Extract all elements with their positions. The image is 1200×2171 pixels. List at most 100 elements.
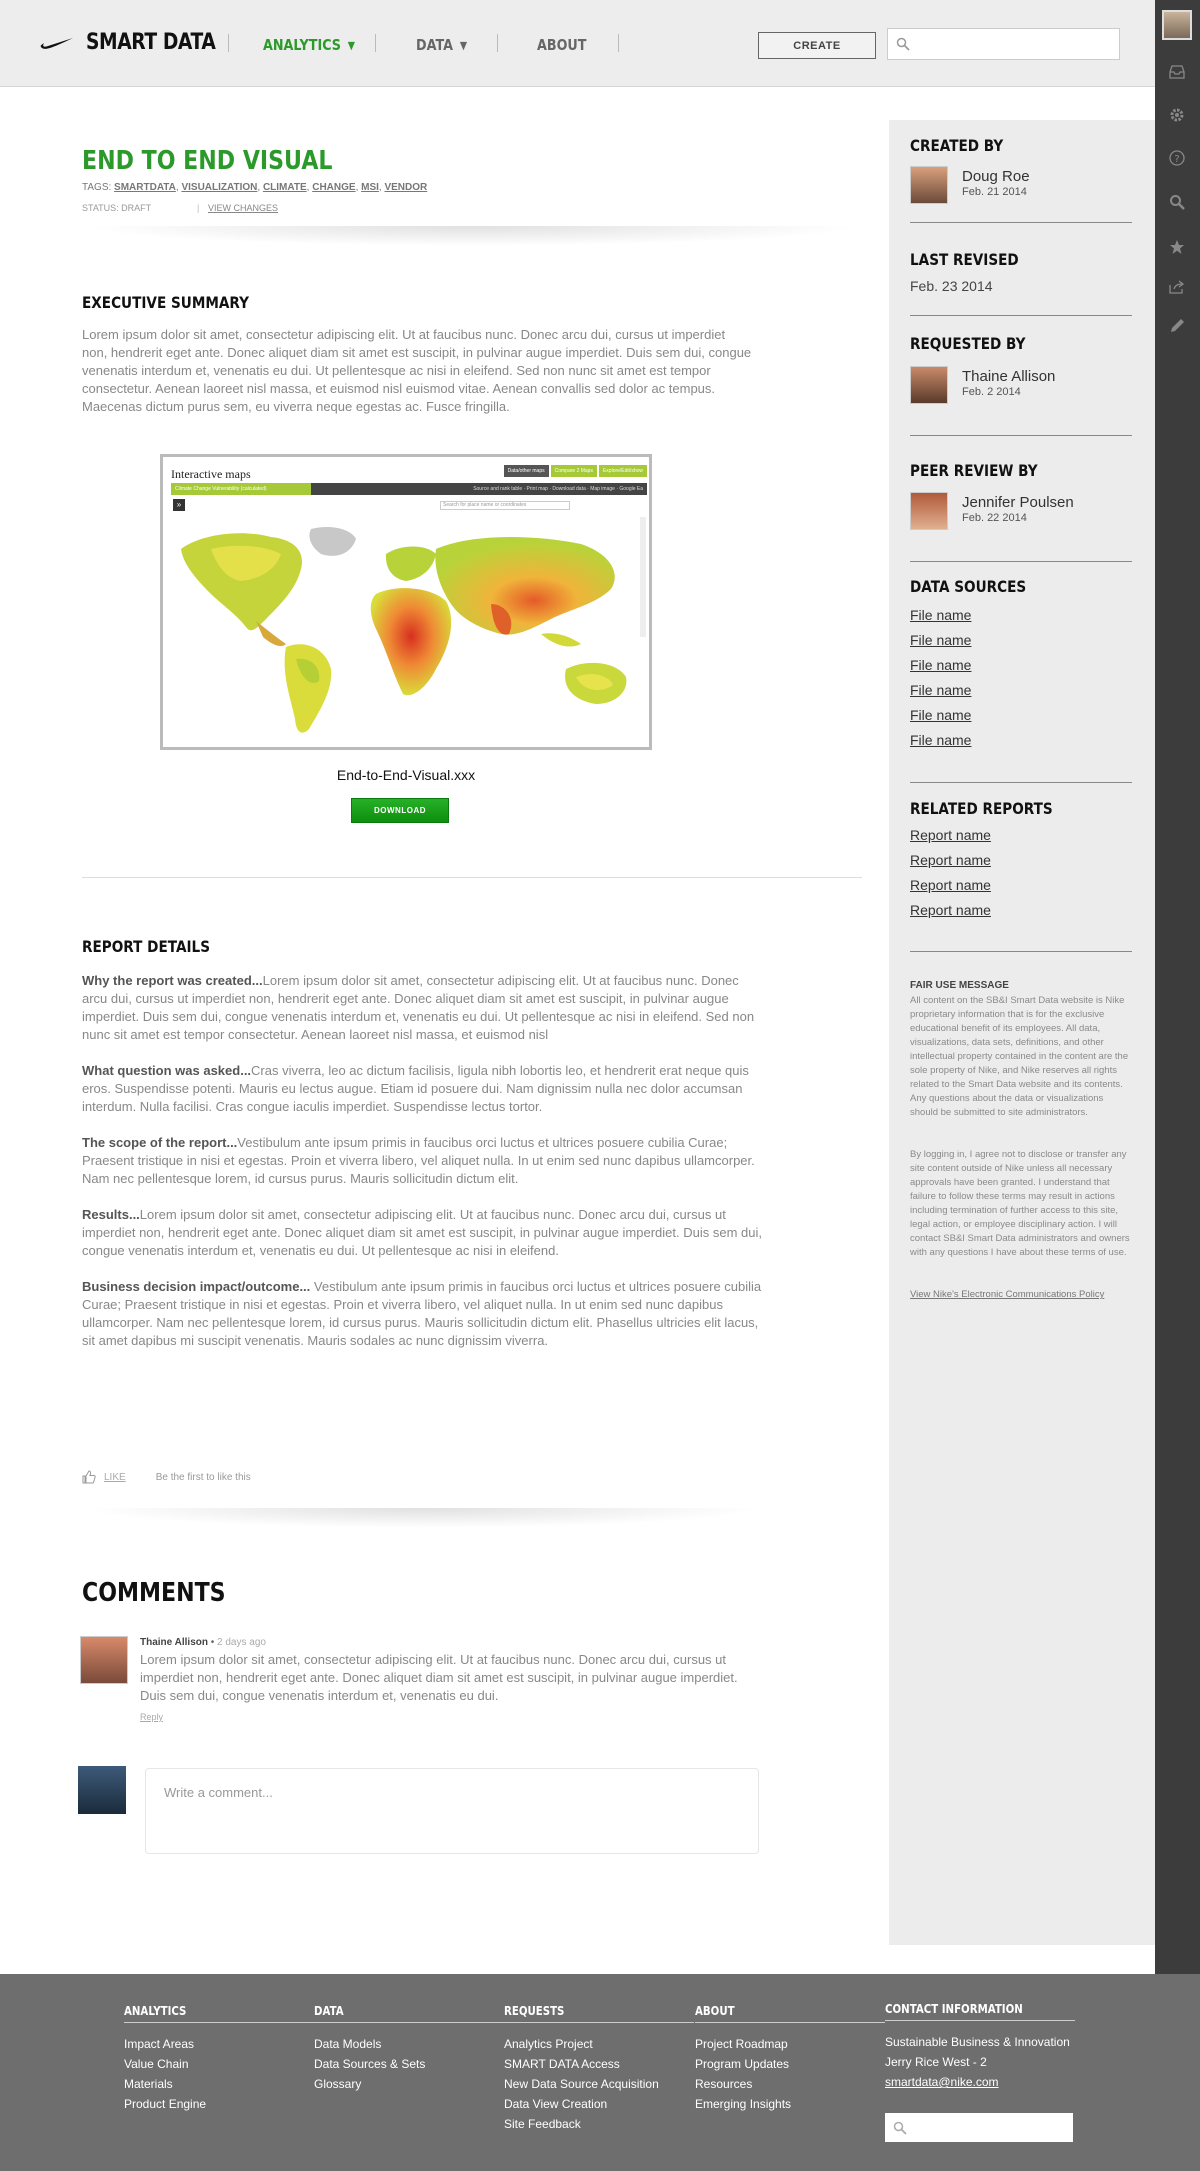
- share-icon[interactable]: [1167, 277, 1187, 297]
- contact-email-link[interactable]: smartdata@nike.com: [885, 2072, 1075, 2092]
- tag-link[interactable]: MSI: [361, 182, 379, 193]
- related-report-link[interactable]: Report name: [910, 877, 991, 893]
- person-name[interactable]: Doug Roe: [962, 168, 1030, 185]
- create-button[interactable]: CREATE: [758, 32, 876, 59]
- reply-link[interactable]: Reply: [140, 1712, 163, 1722]
- section-divider: [82, 877, 862, 878]
- footer-link[interactable]: Data View Creation: [504, 2094, 694, 2114]
- map-tab[interactable]: Explore/Edit/show: [598, 465, 647, 477]
- footer-link[interactable]: Data Models: [314, 2034, 504, 2054]
- footer-link[interactable]: New Data Source Acquisition: [504, 2074, 694, 2094]
- footer-link[interactable]: SMART DATA Access: [504, 2054, 694, 2074]
- sidebar-divider: [910, 222, 1132, 223]
- report-section: Results...Lorem ipsum dolor sit amet, co…: [82, 1206, 764, 1260]
- top-header: SMART DATA ANALYTICS ▼ DATA ▼ ABOUT CREA…: [0, 0, 1155, 87]
- comment-input[interactable]: Write a comment...: [145, 1768, 759, 1854]
- contact-line: Sustainable Business & Innovation: [885, 2035, 1070, 2049]
- communications-policy-link[interactable]: View Nike's Electronic Communications Po…: [910, 1289, 1104, 1300]
- created-by-heading: CREATED BY: [910, 136, 1004, 155]
- comment-author[interactable]: Thaine Allison: [140, 1637, 208, 1648]
- settings-gear-icon[interactable]: [1167, 105, 1187, 125]
- report-section-lead: Business decision impact/outcome...: [82, 1279, 311, 1294]
- related-report-link[interactable]: Report name: [910, 827, 991, 843]
- inbox-icon[interactable]: [1167, 62, 1187, 82]
- user-avatar[interactable]: [1162, 10, 1192, 40]
- tag-link[interactable]: CLIMATE: [263, 182, 307, 193]
- edit-pencil-icon[interactable]: [1167, 316, 1187, 336]
- tag-link[interactable]: CHANGE: [312, 182, 355, 193]
- report-section-text: Lorem ipsum dolor sit amet, consectetur …: [82, 1207, 762, 1258]
- star-icon[interactable]: [1167, 237, 1187, 257]
- data-source-link[interactable]: File name: [910, 707, 971, 723]
- avatar[interactable]: [910, 366, 948, 404]
- person-date: Feb. 21 2014: [962, 186, 1027, 198]
- map-tab[interactable]: Data/other maps: [503, 465, 549, 477]
- data-source-link[interactable]: File name: [910, 732, 971, 748]
- fair-use-paragraph: By logging in, I agree not to disclose o…: [910, 1149, 1130, 1258]
- page-title: END TO END VISUAL: [82, 146, 333, 176]
- footer-link[interactable]: Materials: [124, 2074, 314, 2094]
- tag-link[interactable]: VISUALIZATION: [181, 182, 257, 193]
- footer-divider: [504, 2022, 694, 2023]
- header-search-input[interactable]: [887, 28, 1120, 60]
- footer-link[interactable]: Emerging Insights: [695, 2094, 885, 2114]
- tag-link[interactable]: VENDOR: [384, 182, 427, 193]
- footer-divider: [314, 2022, 504, 2023]
- sidebar-divider: [910, 782, 1132, 783]
- footer-heading: REQUESTS: [504, 2004, 565, 2018]
- avatar[interactable]: [910, 166, 948, 204]
- data-source-link[interactable]: File name: [910, 657, 971, 673]
- comment-time: 2 days ago: [217, 1637, 266, 1648]
- sidebar-divider: [910, 951, 1132, 952]
- fair-use-heading: FAIR USE MESSAGE: [910, 980, 1009, 991]
- logo[interactable]: SMART DATA: [40, 30, 238, 55]
- person-name[interactable]: Thaine Allison: [962, 368, 1055, 385]
- search-icon: [896, 37, 910, 51]
- tags-label: TAGS:: [82, 182, 112, 193]
- view-changes-link[interactable]: VIEW CHANGES: [208, 203, 278, 213]
- footer-link[interactable]: Product Engine: [124, 2094, 314, 2114]
- last-revised-heading: LAST REVISED: [910, 250, 1019, 269]
- nav-analytics[interactable]: ANALYTICS ▼: [263, 36, 355, 54]
- footer-link[interactable]: Resources: [695, 2074, 885, 2094]
- footer-link[interactable]: Value Chain: [124, 2054, 314, 2074]
- nav-separator: [618, 34, 619, 52]
- caret-down-icon: ▼: [347, 38, 355, 52]
- nav-about[interactable]: ABOUT: [537, 36, 586, 54]
- footer-column-requests: REQUESTS Analytics Project SMART DATA Ac…: [504, 2004, 694, 2134]
- person-name[interactable]: Jennifer Poulsen: [962, 494, 1074, 511]
- footer-heading: ABOUT: [695, 2004, 735, 2018]
- report-section-lead: The scope of the report...: [82, 1135, 238, 1150]
- data-source-link[interactable]: File name: [910, 607, 971, 623]
- comment-meta: Thaine Allison • 2 days ago: [140, 1637, 266, 1648]
- footer-divider: [885, 2020, 1075, 2021]
- report-details-heading: REPORT DETAILS: [82, 937, 211, 956]
- related-report-link[interactable]: Report name: [910, 902, 991, 918]
- related-report-link[interactable]: Report name: [910, 852, 991, 868]
- nav-data[interactable]: DATA ▼: [416, 36, 467, 54]
- footer-link[interactable]: Data Sources & Sets: [314, 2054, 504, 2074]
- download-button[interactable]: DOWNLOAD: [351, 798, 449, 823]
- map-zoom-slider[interactable]: [640, 517, 646, 637]
- thumbs-up-icon[interactable]: [82, 1470, 96, 1484]
- like-button[interactable]: LIKE: [104, 1472, 126, 1483]
- map-visualization[interactable]: Interactive maps Data/other maps Compare…: [160, 454, 652, 750]
- footer-link[interactable]: Program Updates: [695, 2054, 885, 2074]
- avatar[interactable]: [80, 1636, 128, 1684]
- search-icon[interactable]: [1167, 192, 1187, 212]
- related-reports-heading: RELATED REPORTS: [910, 799, 1053, 818]
- footer-link[interactable]: Glossary: [314, 2074, 504, 2094]
- footer-link[interactable]: Impact Areas: [124, 2034, 314, 2054]
- help-icon[interactable]: ?: [1167, 148, 1187, 168]
- svg-text:?: ?: [1174, 154, 1179, 165]
- map-tab[interactable]: Compare 2 Maps: [550, 465, 597, 477]
- footer-link[interactable]: Project Roadmap: [695, 2034, 885, 2054]
- tag-link[interactable]: SMARTDATA: [114, 182, 176, 193]
- footer-link[interactable]: Site Feedback: [504, 2114, 694, 2134]
- avatar[interactable]: [910, 492, 948, 530]
- data-source-link[interactable]: File name: [910, 632, 971, 648]
- footer-search-input[interactable]: [885, 2113, 1073, 2142]
- data-source-link[interactable]: File name: [910, 682, 971, 698]
- footer-link[interactable]: Analytics Project: [504, 2034, 694, 2054]
- executive-summary-text: Lorem ipsum dolor sit amet, consectetur …: [82, 327, 752, 414]
